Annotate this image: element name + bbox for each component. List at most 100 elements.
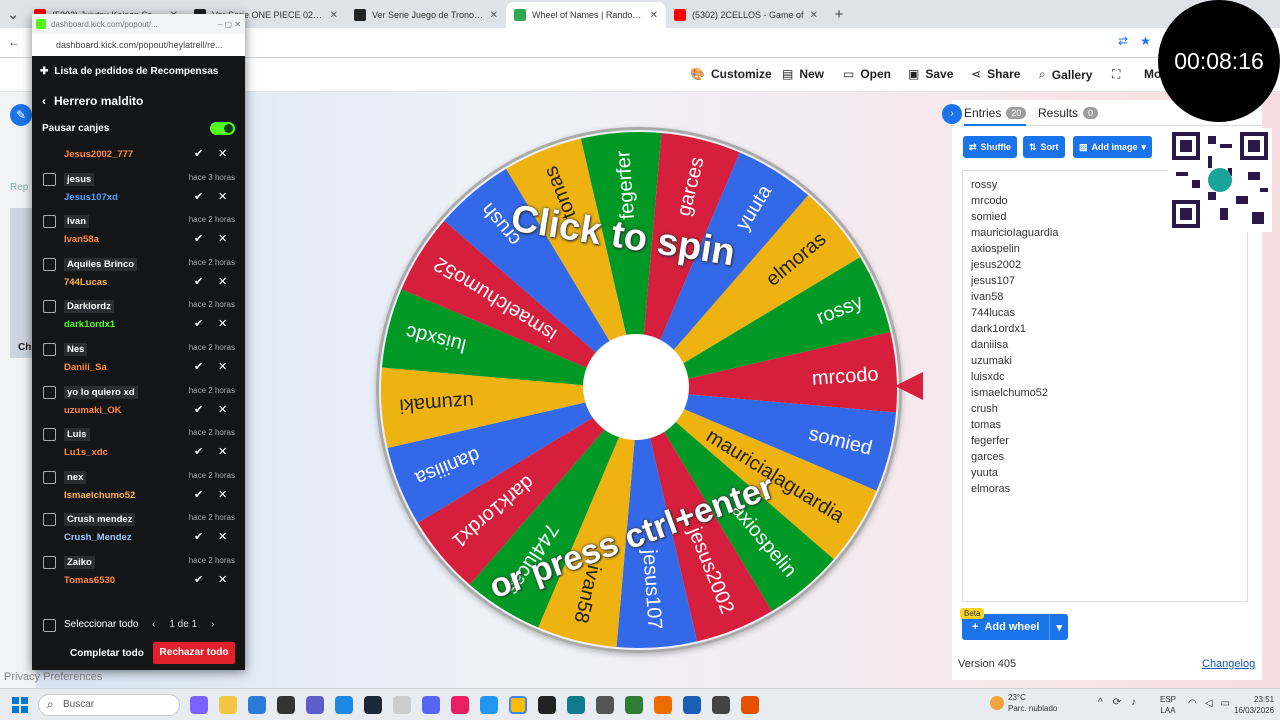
discord-icon[interactable] [422,696,440,714]
redemption-user[interactable]: Crush_Mendez [64,532,132,543]
window-controls-icon[interactable]: – ▢ ✕ [218,20,241,29]
save-button[interactable]: ▣ Save [908,67,953,81]
reject-x-icon[interactable]: ✕ [218,488,227,501]
prev-page-icon[interactable]: ‹ [152,619,155,630]
chrome-icon[interactable] [509,696,527,714]
next-page-icon[interactable]: › [211,619,214,630]
reject-x-icon[interactable]: ✕ [218,190,227,203]
approve-check-icon[interactable]: ✔ [194,360,203,373]
tab-close-icon[interactable]: ✕ [650,10,658,21]
taskbar-search[interactable]: Buscar [38,694,180,716]
reject-x-icon[interactable]: ✕ [218,317,227,330]
browser-tab[interactable]: Ver Serie Juego de Tronos 04x0 ✕ [346,2,506,28]
redemption-checkbox[interactable] [43,385,56,399]
approve-check-icon[interactable]: ✔ [194,317,203,330]
windows-start-icon[interactable] [12,697,28,713]
copilot-icon[interactable] [190,696,208,714]
obs-icon[interactable] [538,696,556,714]
taskbar-clock[interactable]: 23:51 16/03/2026 [1234,694,1274,716]
share-button[interactable]: ⋖ Share [971,67,1020,81]
reject-x-icon[interactable]: ✕ [218,445,227,458]
mail-icon[interactable] [335,696,353,714]
app-dark-icon[interactable] [712,696,730,714]
redemption-checkbox[interactable] [43,215,56,229]
browser-tab[interactable]: Wheel of Names | Random nam ✕ [506,2,666,28]
wifi-icon[interactable]: ◠ [1188,698,1197,709]
back-icon[interactable]: ← [8,35,20,49]
pause-redemptions-toggle[interactable] [210,122,235,135]
steam-icon[interactable] [364,696,382,714]
approve-check-icon[interactable]: ✔ [194,232,203,245]
wheel-center[interactable] [583,334,689,440]
redemption-user[interactable]: Daniii_Sa [64,362,107,373]
bookmark-star-icon[interactable]: ★ [1140,34,1151,48]
app-orange-icon[interactable] [654,696,672,714]
select-all-checkbox[interactable] [43,619,56,632]
reward-back-button[interactable]: ‹ Herrero maldito [42,94,143,108]
redemption-checkbox[interactable] [43,555,56,569]
volume-icon[interactable]: ◁ [1205,698,1213,709]
sort-button[interactable]: ⇅ Sort [1023,136,1065,158]
redemption-user[interactable]: Jesus2002_777 [64,149,133,160]
open-button[interactable]: ▭ Open [843,67,891,81]
entries-textarea[interactable]: rossy mrcodo somied mauricioIaguardia axiosp… [962,170,1248,602]
new-button[interactable]: ▤ New [782,67,824,81]
reject-x-icon[interactable]: ✕ [218,403,227,416]
epic-games-icon[interactable] [277,696,295,714]
customize-button[interactable]: 🎨 Customize [690,67,772,81]
teams-alt-icon[interactable] [480,696,498,714]
approve-check-icon[interactable]: ✔ [194,573,203,586]
redemption-user[interactable]: Ivan58a [64,234,99,245]
weather-widget[interactable]: 23°C Parc. nublado [990,692,1057,714]
tab-results[interactable]: Results 0 [1038,106,1099,120]
sync-icon[interactable]: ⟳ [1113,697,1121,708]
redemption-user[interactable]: Jesus107xd [64,192,118,203]
changelog-link[interactable]: Changelog [1202,658,1255,670]
app-green-icon[interactable] [625,696,643,714]
redemption-checkbox[interactable] [43,428,56,442]
redemption-checkbox[interactable] [43,172,56,186]
approve-check-icon[interactable]: ✔ [194,403,203,416]
redemption-checkbox[interactable] [43,257,56,271]
collapse-chevron-icon[interactable]: › [942,104,962,124]
fullscreen-button[interactable]: ⛶ [1112,67,1120,82]
reject-all-button[interactable]: Rechazar todo [153,642,235,664]
vlc-icon[interactable] [741,696,759,714]
word-icon[interactable] [683,696,701,714]
redemption-checkbox[interactable] [43,513,56,527]
approve-check-icon[interactable]: ✔ [194,190,203,203]
redemption-checkbox[interactable] [43,300,56,314]
new-tab-button[interactable]: + [826,2,852,28]
reject-x-icon[interactable]: ✕ [218,360,227,373]
add-image-button[interactable]: ▨ Add image ▾ [1073,136,1153,158]
language-indicator[interactable]: ESP LAA [1160,694,1176,716]
microphone-icon[interactable]: ♪ [1131,697,1136,708]
tab-close-icon[interactable]: ✕ [810,10,818,21]
tab-close-icon[interactable]: ✕ [330,10,338,21]
store-icon[interactable] [248,696,266,714]
privacy-preferences-link[interactable]: Privacy Preferences [4,671,102,683]
tab-close-icon[interactable]: ✕ [490,10,498,21]
approve-check-icon[interactable]: ✔ [194,530,203,543]
chevron-up-icon[interactable]: ^ [1098,697,1103,708]
file-explorer-icon[interactable] [219,696,237,714]
complete-all-button[interactable]: Completar todo [64,644,150,664]
tab-search-button[interactable]: ⌄ [0,2,26,28]
reject-x-icon[interactable]: ✕ [218,147,227,160]
reject-x-icon[interactable]: ✕ [218,232,227,245]
tab-entries[interactable]: Entries 20 [964,106,1027,126]
redemption-user[interactable]: Ismaelchumo52 [64,490,135,501]
redemption-user[interactable]: 744Lucas [64,277,107,288]
gallery-button[interactable]: ⌕ Gallery [1039,67,1092,82]
popout-url[interactable]: dashboard.kick.com/popout/heylatrell/re.… [32,34,245,56]
redemption-checkbox[interactable] [43,342,56,356]
redemption-user[interactable]: uzumaki_OK [64,405,122,416]
reject-x-icon[interactable]: ✕ [218,275,227,288]
approve-check-icon[interactable]: ✔ [194,488,203,501]
browser-tab[interactable]: (5302) 2CELLOS - Game of ✕ [666,2,826,28]
add-wheel-dropdown-icon[interactable]: ▾ [1050,621,1068,634]
edge-icon[interactable] [567,696,585,714]
approve-check-icon[interactable]: ✔ [194,275,203,288]
app-icon[interactable] [393,696,411,714]
redemption-user[interactable]: Tomas6530 [64,575,115,586]
